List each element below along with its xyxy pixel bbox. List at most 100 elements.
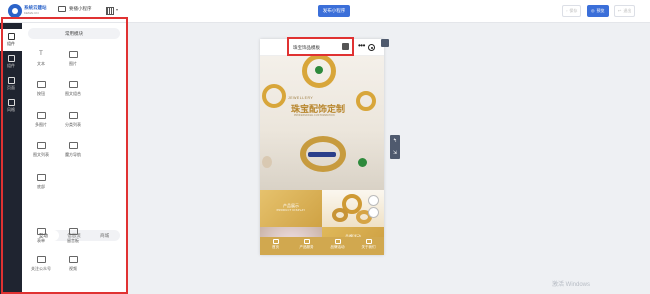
preview-button-label: 预览	[596, 8, 605, 13]
section-title: 常用模块	[28, 28, 120, 39]
chat-icon[interactable]	[368, 207, 379, 218]
tab-about[interactable]: 关于我们	[353, 237, 384, 255]
product-icon	[303, 239, 310, 244]
more-icon[interactable]: •••	[358, 41, 365, 50]
component-button[interactable]: 按钮	[28, 75, 54, 99]
tab-label: 品牌活动	[330, 245, 345, 249]
about-icon	[365, 239, 372, 244]
preview-button[interactable]: ◎ 预览	[587, 5, 609, 17]
image-icon	[68, 51, 78, 58]
component-category-list[interactable]: 分类列表	[60, 106, 86, 130]
exit-button[interactable]: ↩ 退出	[614, 5, 636, 17]
component-image-text[interactable]: 图文组合	[60, 75, 86, 99]
tab-label: 关于我们	[361, 245, 376, 249]
app-icon	[58, 6, 66, 12]
exit-button-label: 退出	[623, 8, 632, 13]
page-title[interactable]: 珠宝饰品模板	[293, 45, 320, 51]
component-label: 多图片	[35, 122, 47, 127]
phone-tabbar: 首页 产品服务 品牌活动 关于我们	[260, 237, 384, 255]
component-label: 关注公众号	[31, 266, 51, 271]
save-button[interactable]: ▫ 保存	[562, 5, 582, 17]
component-footer[interactable]: 底部	[28, 168, 54, 192]
image-list-icon	[36, 142, 46, 149]
component-label: 按钮	[37, 91, 45, 96]
banner-subtitle: PROFESSIONAL CUSTOMIZATION	[294, 114, 335, 117]
app-switch-label: 要播小程序	[69, 6, 92, 11]
brush-icon	[7, 99, 15, 106]
gem-decor	[308, 152, 336, 157]
side-toolbar: ↰ ⇲	[390, 135, 400, 159]
list-icon	[7, 55, 15, 62]
logo-icon[interactable]	[8, 4, 22, 18]
tab-label: 首页	[272, 245, 279, 249]
multi-image-icon	[36, 112, 46, 119]
component-label: 文本	[37, 61, 45, 66]
phone-preview[interactable]: JEWELLERY 珠宝配饰定制 PROFESSIONAL CUSTOMIZAT…	[260, 39, 384, 255]
brand-name: 系统云建站	[24, 5, 47, 10]
target-icon[interactable]	[368, 44, 375, 51]
footer-icon	[36, 174, 46, 181]
rail-item-label: 组件	[7, 41, 15, 46]
grid-nav-icon	[68, 142, 78, 149]
publish-button[interactable]: 发布小程序	[318, 5, 350, 17]
form-icon	[36, 228, 46, 235]
preview-icon: ◎	[591, 8, 595, 13]
component-text[interactable]: T 文本	[28, 45, 54, 69]
component-grid-nav[interactable]: 魔方导航	[60, 136, 86, 160]
component-label: 底部	[37, 184, 45, 189]
ring-decor	[356, 91, 376, 111]
tile-subtitle: PRODUCT DISPLAY	[276, 209, 306, 212]
component-form[interactable]: 表单	[28, 222, 54, 246]
rail-item-style[interactable]: 风格	[0, 95, 22, 117]
component-image-list[interactable]: 图文列表	[28, 136, 54, 160]
pencil-icon[interactable]	[381, 39, 389, 47]
component-label: 留言板	[67, 238, 79, 243]
move-up-icon[interactable]: ↰	[390, 135, 400, 147]
component-image[interactable]: 图片	[60, 45, 86, 69]
save-button-label: 保存	[569, 8, 578, 13]
gem-decor	[315, 66, 323, 74]
edit-icon[interactable]	[342, 43, 349, 50]
save-icon: ▫	[566, 8, 568, 13]
component-label: 图文组合	[65, 91, 81, 96]
rail-item-label: 组件	[7, 63, 15, 68]
rail-item-list[interactable]: 组件	[0, 51, 22, 73]
tab-products[interactable]: 产品服务	[291, 237, 322, 255]
component-label: 图片	[69, 61, 77, 66]
component-label: 视频	[69, 266, 77, 271]
component-label: 图文列表	[33, 152, 49, 157]
ring-decor	[262, 84, 286, 108]
plus-icon	[7, 33, 15, 40]
category-list-icon	[68, 112, 78, 119]
exit-icon: ↩	[618, 8, 622, 13]
component-multi-image[interactable]: 多图片	[28, 106, 54, 130]
video-icon	[68, 256, 78, 263]
move-down-icon[interactable]: ⇲	[390, 147, 400, 159]
tile-product[interactable]: 产品展示 PRODUCT DISPLAY	[260, 190, 322, 227]
tab-activity[interactable]: 品牌活动	[322, 237, 353, 255]
brand-subtitle: KEMAI.CN	[24, 11, 39, 15]
component-message-board[interactable]: 留言板	[60, 222, 86, 246]
rail-item-components[interactable]: 组件	[0, 29, 22, 51]
windows-watermark: 激活 Windows	[552, 282, 591, 288]
phone-icon[interactable]	[368, 195, 379, 206]
banner-eyebrow: JEWELLERY	[288, 96, 314, 100]
component-label: 表单	[37, 238, 45, 243]
component-video[interactable]: 视频	[60, 250, 86, 274]
tab-home[interactable]: 首页	[260, 237, 291, 255]
chevron-down-icon[interactable]: ▾	[116, 7, 118, 12]
banner-image[interactable]: JEWELLERY 珠宝配饰定制 PROFESSIONAL CUSTOMIZAT…	[260, 56, 384, 190]
tab-mall[interactable]: 商城	[89, 230, 120, 241]
component-label: 魔方导航	[65, 152, 81, 157]
rail-item-pages[interactable]: 页面	[0, 73, 22, 95]
gem-decor	[262, 156, 272, 168]
phone-header: 珠宝饰品模板 •••	[260, 39, 384, 56]
follow-icon	[36, 256, 46, 263]
component-follow[interactable]: 关注公众号	[28, 250, 54, 274]
gem-decor	[358, 158, 367, 167]
qrcode-icon[interactable]	[106, 7, 114, 15]
ring-decor	[332, 208, 348, 222]
home-icon	[272, 239, 279, 244]
app-switch[interactable]: 要播小程序	[58, 6, 92, 12]
text-icon: T	[39, 51, 43, 57]
